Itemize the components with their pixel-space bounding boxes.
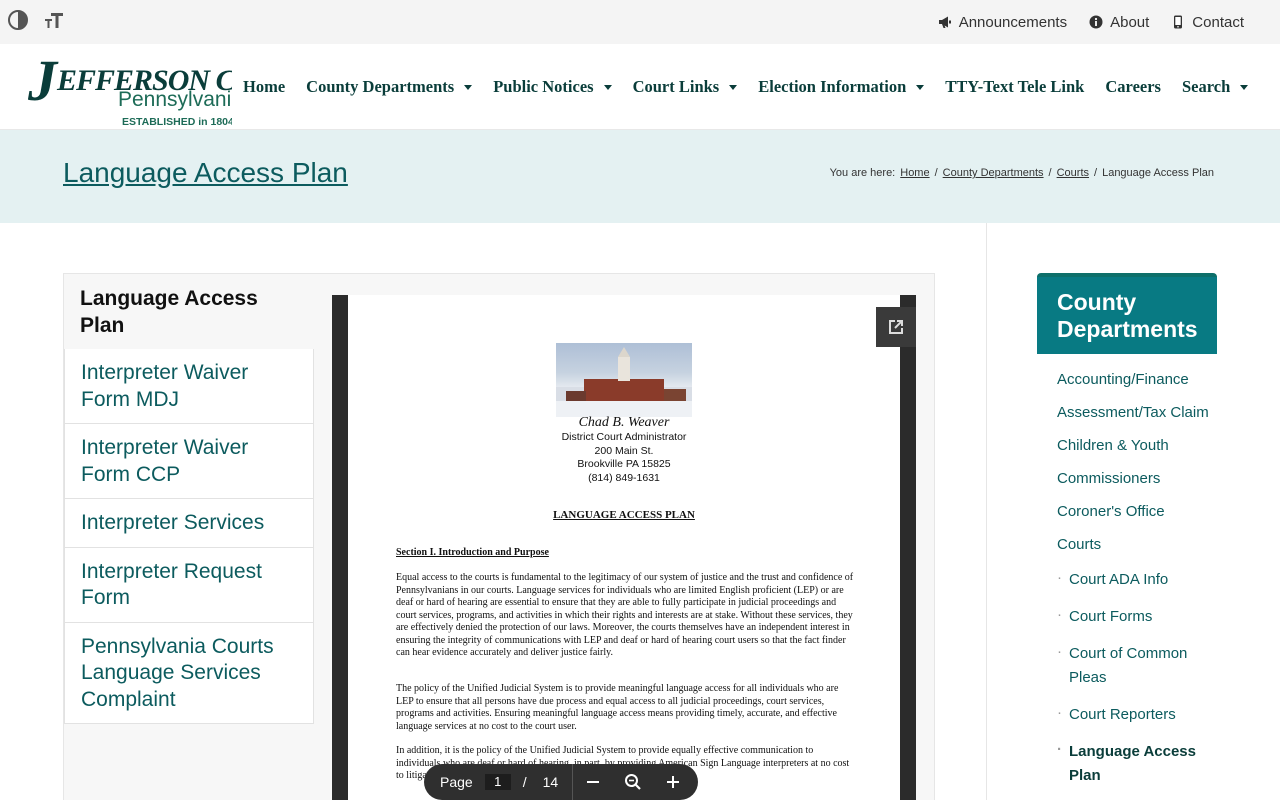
sidebar-subitem-court-forms[interactable]: Court Forms (1057, 603, 1217, 629)
phone-icon (1174, 15, 1183, 29)
breadcrumb-separator: / (1048, 167, 1052, 179)
nav-careers[interactable]: Careers (1105, 77, 1161, 97)
nav-court-links[interactable]: Court Links (633, 77, 738, 97)
breadcrumb-separator: / (1094, 167, 1098, 179)
breadcrumb-current: Language Access Plan (1102, 167, 1214, 179)
breadcrumb-courts[interactable]: Courts (1057, 167, 1089, 179)
letterhead-name: Chad B. Weaver (578, 415, 670, 430)
sidebar-menu: Accounting/Finance Assessment/Tax Claim … (1057, 368, 1217, 800)
document-item-language-access-plan[interactable]: Language Access Plan (64, 274, 314, 349)
chevron-down-icon (1240, 84, 1249, 90)
nav-election-information[interactable]: Election Information (758, 77, 925, 97)
minus-icon (587, 781, 600, 783)
breadcrumb-separator: / (934, 167, 938, 179)
page-separator: / (522, 774, 527, 790)
plus-icon (667, 776, 680, 788)
pdf-section-title: Section I. Introduction and Purpose (396, 547, 549, 558)
sidebar-item-commissioners[interactable]: Commissioners (1057, 467, 1217, 491)
zoom-out-button[interactable] (573, 764, 613, 800)
nav-home[interactable]: Home (243, 77, 285, 97)
pdf-heading: LANGUAGE ACCESS PLAN (553, 509, 695, 521)
sidebar-subitem-language-access-plan[interactable]: Language Access Plan (1057, 738, 1217, 788)
about-label: About (1110, 13, 1150, 31)
magnifier-icon (625, 774, 641, 790)
chevron-down-icon (464, 84, 473, 90)
document-item-language-services-complaint[interactable]: Pennsylvania Courts Language Services Co… (64, 622, 314, 724)
logo-state: Pennsylvania (118, 88, 232, 111)
document-item-interpreter-request-form[interactable]: Interpreter Request Form (64, 547, 314, 623)
nav-county-departments[interactable]: County Departments (306, 77, 473, 97)
megaphone-icon (938, 16, 951, 28)
info-icon (1089, 15, 1103, 29)
nav-public-notices[interactable]: Public Notices (493, 77, 612, 97)
sidebar-item-assessment-tax-claim[interactable]: Assessment/Tax Claim (1057, 401, 1217, 425)
chevron-down-icon (729, 84, 738, 90)
breadcrumb-county-departments[interactable]: County Departments (943, 167, 1044, 179)
pdf-toolbar: Page 1 / 14 (424, 764, 698, 800)
letterhead-line: District Court Administrator (561, 431, 687, 443)
pdf-page: Chad B. Weaver District Court Administra… (348, 295, 900, 800)
utility-bar: Announcements About Contact (0, 0, 1280, 44)
announcements-link[interactable]: Announcements (938, 14, 1067, 31)
title-band: Language Access Plan You are here: Home … (0, 130, 1280, 223)
nav-search[interactable]: Search (1182, 77, 1249, 97)
nav-tty-text-tele-link[interactable]: TTY-Text Tele Link (945, 77, 1084, 97)
page-total: 14 (542, 774, 559, 790)
announcements-label: Announcements (958, 13, 1068, 31)
letterhead-line: 200 Main St. (594, 444, 654, 457)
document-list: Language Access Plan Interpreter Waiver … (64, 274, 314, 724)
pdf-paragraph: The policy of the Unified Judicial Syste… (396, 683, 839, 732)
text-size-icon[interactable] (42, 8, 66, 32)
main-nav: Home County Departments Public Notices C… (243, 44, 1249, 130)
about-link[interactable]: About (1089, 14, 1149, 31)
document-item-interpreter-waiver-ccp[interactable]: Interpreter Waiver Form CCP (64, 424, 314, 499)
zoom-fit-button[interactable] (613, 764, 653, 800)
letterhead-line: (814) 849-1631 (588, 471, 660, 484)
document-embed: Language Access Plan Interpreter Waiver … (63, 273, 935, 800)
chevron-down-icon (603, 84, 612, 90)
document-item-interpreter-services[interactable]: Interpreter Services (64, 499, 314, 548)
courthouse-photo (556, 343, 692, 417)
contact-label: Contact (1192, 13, 1244, 31)
zoom-in-button[interactable] (653, 764, 693, 800)
breadcrumb-prefix: You are here: (829, 167, 896, 179)
sidebar-subitem-court-reporters[interactable]: Court Reporters (1057, 701, 1217, 727)
logo-established: ESTABLISHED in 1804 (122, 116, 232, 126)
document-item-interpreter-waiver-mdj[interactable]: Interpreter Waiver Form MDJ (64, 349, 314, 424)
page-title[interactable]: Language Access Plan (63, 157, 348, 189)
sidebar-item-accounting-finance[interactable]: Accounting/Finance (1057, 368, 1217, 392)
sidebar-heading: County Departments (1037, 273, 1217, 354)
breadcrumb-home[interactable]: Home (900, 167, 929, 179)
content-divider (986, 223, 987, 800)
pdf-paragraph: Equal access to the courts is fundamenta… (396, 572, 854, 658)
sidebar-subitem-court-ada-info[interactable]: Court ADA Info (1057, 566, 1217, 592)
site-header: JEFFERSON CO Pennsylvania ESTABLISHED in… (0, 44, 1280, 130)
open-external-button[interactable] (876, 307, 916, 347)
site-logo[interactable]: JEFFERSON CO Pennsylvania ESTABLISHED in… (28, 50, 232, 127)
letterhead-line: Brookville PA 15825 (577, 458, 671, 470)
chevron-down-icon (916, 84, 925, 90)
contrast-icon[interactable] (6, 8, 30, 32)
breadcrumb: You are here: Home / County Departments … (830, 167, 1214, 179)
sidebar-item-coroners-office[interactable]: Coroner's Office (1057, 500, 1217, 524)
external-link-icon (889, 320, 903, 334)
pdf-viewer[interactable]: Chad B. Weaver District Court Administra… (332, 295, 916, 800)
sidebar-item-children-youth[interactable]: Children & Youth (1057, 434, 1217, 458)
sidebar-item-courts[interactable]: Courts (1057, 533, 1217, 557)
sidebar-subitem-court-of-common-pleas[interactable]: Court of Common Pleas (1057, 640, 1217, 690)
contact-link[interactable]: Contact (1171, 14, 1244, 31)
page-number-input[interactable]: 1 (484, 774, 511, 790)
page-label: Page (440, 774, 473, 790)
